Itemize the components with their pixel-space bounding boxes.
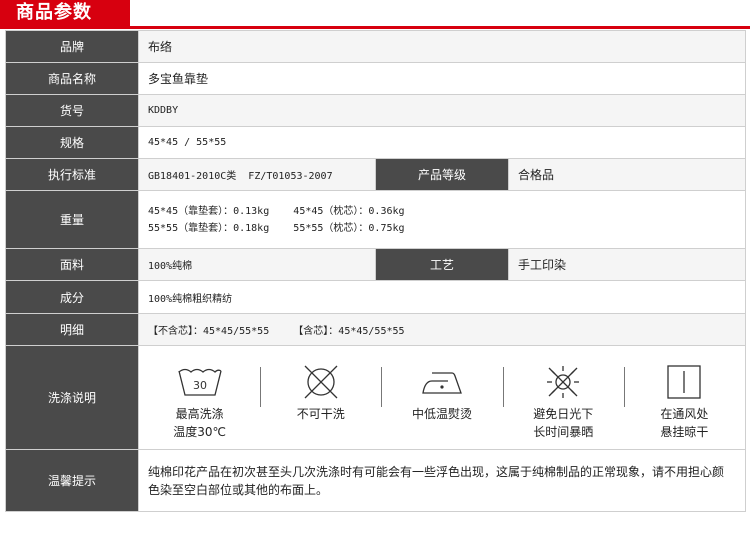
composition-label: 成分	[5, 280, 139, 314]
grade-value: 合格品	[507, 158, 747, 191]
weight-line-2: 55*55（靠垫套）：0.18kg 55*55（枕芯）：0.75kg	[148, 222, 405, 234]
brand-value: 布络	[137, 30, 747, 63]
care-text-wash-1: 最高洗涤	[175, 406, 224, 421]
craft-value: 手工印染	[507, 248, 747, 281]
name-label: 商品名称	[5, 62, 139, 95]
fabric-label: 面料	[5, 248, 139, 281]
care-item-hang-dry: 在通风处 悬挂晾干	[623, 355, 745, 441]
row-weight: 重量 45*45（靠垫套）：0.13kg 45*45（枕芯）：0.36kg 55…	[5, 190, 747, 249]
row-detail: 明细 【不含芯】：45*45/55*55 【含芯】：45*45/55*55	[5, 313, 747, 346]
name-value: 多宝鱼靠垫	[137, 62, 747, 95]
no-dry-clean-icon	[304, 365, 338, 398]
care-label: 洗涤说明	[5, 345, 139, 450]
care-text-wash-2: 温度30℃	[173, 424, 226, 439]
standard-label: 执行标准	[5, 158, 139, 191]
care-item-iron: 中低温熨烫	[381, 355, 502, 423]
detail-value: 【不含芯】：45*45/55*55 【含芯】：45*45/55*55	[137, 313, 747, 346]
sku-value: KDDBY	[137, 94, 747, 127]
fabric-value: 100%纯棉	[138, 248, 376, 281]
wash-30-icon: 30	[177, 368, 222, 396]
care-item-sun: 避免日光下 长时间暴晒	[502, 355, 624, 441]
row-tips: 温馨提示 纯棉印花产品在初次甚至头几次洗涤时有可能会有一些浮色出现，这属于纯棉制…	[5, 449, 747, 512]
care-text-sun-2: 长时间暴晒	[533, 424, 594, 439]
care-text-hang-dry-1: 在通风处	[660, 406, 709, 421]
row-spec: 规格 45*45 / 55*55	[5, 126, 747, 159]
detail-label: 明细	[5, 313, 139, 346]
row-care: 洗涤说明 30 最高洗涤 温度30℃ 不可干洗 中低温熨烫 避免日光下 长时间暴…	[5, 345, 747, 450]
hang-dry-shade-icon	[667, 364, 702, 399]
care-item-wash: 30 最高洗涤 温度30℃	[140, 355, 261, 441]
section-title: 商品参数	[0, 0, 130, 26]
care-text-sun-1: 避免日光下	[533, 406, 594, 421]
row-fabric: 面料 100%纯棉 工艺 手工印染	[5, 248, 747, 281]
tips-label: 温馨提示	[5, 449, 139, 512]
care-symbols: 30 最高洗涤 温度30℃ 不可干洗 中低温熨烫 避免日光下 长时间暴晒 在通风…	[137, 345, 747, 450]
spec-label: 规格	[5, 126, 139, 159]
care-text-hang-dry-2: 悬挂晾干	[660, 424, 709, 439]
row-name: 商品名称 多宝鱼靠垫	[5, 62, 747, 95]
product-params-table: 品牌 布络 商品名称 多宝鱼靠垫 货号 KDDBY 规格 45*45 / 55*…	[5, 30, 747, 512]
header-divider	[0, 26, 750, 29]
tips-value: 纯棉印花产品在初次甚至头几次洗涤时有可能会有一些浮色出现，这属于纯棉制品的正常现…	[137, 449, 747, 512]
sku-label: 货号	[5, 94, 139, 127]
craft-label: 工艺	[375, 248, 509, 281]
row-brand: 品牌 布络	[5, 30, 747, 63]
care-text-dry-clean-1: 不可干洗	[296, 406, 345, 421]
wash-temp-number: 30	[193, 379, 207, 392]
brand-label: 品牌	[5, 30, 139, 63]
row-composition: 成分 100%纯棉粗织精纺	[5, 280, 747, 314]
row-sku: 货号 KDDBY	[5, 94, 747, 127]
weight-value: 45*45（靠垫套）：0.13kg 45*45（枕芯）：0.36kg 55*55…	[137, 190, 747, 249]
care-item-dry-clean: 不可干洗	[260, 355, 381, 423]
section-header: 商品参数	[0, 0, 750, 30]
no-sun-icon	[547, 365, 580, 398]
weight-line-1: 45*45（靠垫套）：0.13kg 45*45（枕芯）：0.36kg	[148, 205, 405, 217]
weight-label: 重量	[5, 190, 139, 249]
spec-value: 45*45 / 55*55	[137, 126, 747, 159]
iron-low-icon	[422, 371, 462, 394]
grade-label: 产品等级	[375, 158, 509, 191]
composition-value: 100%纯棉粗织精纺	[137, 280, 747, 314]
row-standard: 执行标准 GB18401-2010C类 FZ/T01053-2007 产品等级 …	[5, 158, 747, 191]
standard-value: GB18401-2010C类 FZ/T01053-2007	[138, 158, 376, 191]
care-text-iron-1: 中低温熨烫	[412, 406, 473, 421]
